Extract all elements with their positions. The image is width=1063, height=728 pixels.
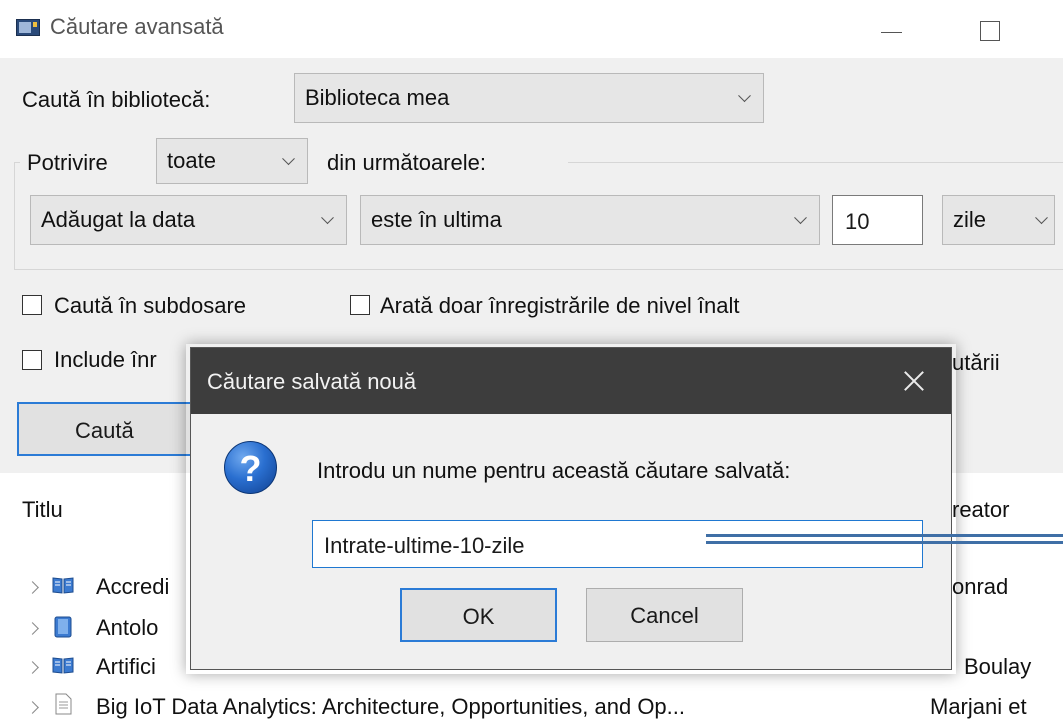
match-label: Potrivire <box>27 150 108 175</box>
chevron-down-icon <box>282 152 295 166</box>
document-icon <box>55 693 72 715</box>
question-icon: ? <box>224 441 277 494</box>
match-suffix-label: din următoarele: <box>327 150 486 175</box>
row-title: Antolo <box>96 615 159 640</box>
match-select[interactable]: toate <box>156 138 308 184</box>
dialog-prompt: Introdu un nume pentru această căutare s… <box>317 458 791 483</box>
row-title: Big IoT Data Analytics: Architecture, Op… <box>96 694 686 719</box>
close-icon[interactable] <box>897 364 931 398</box>
window-titlebar: Căutare avansată <box>0 0 1063 58</box>
search-name-input[interactable]: Intrate-ultime-10-zile <box>312 520 923 568</box>
book-section-icon <box>54 616 72 638</box>
chevron-down-icon <box>1035 211 1048 225</box>
chevron-down-icon <box>321 211 334 225</box>
column-header-title[interactable]: Titlu <box>22 497 63 523</box>
condition-field-value: Adăugat la data <box>41 207 196 232</box>
window-title: Căutare avansată <box>50 14 224 39</box>
column-header-creator[interactable]: reator <box>952 497 1009 523</box>
top-level-label: Arată doar înregistrările de nivel înalt <box>380 293 740 318</box>
minimize-button[interactable] <box>862 8 922 52</box>
ok-button-label: OK <box>462 604 495 629</box>
condition-value-text: 10 <box>845 209 870 234</box>
subfolders-checkbox[interactable] <box>22 295 42 315</box>
search-button-label: Caută <box>75 418 134 443</box>
library-select[interactable]: Biblioteca mea <box>294 73 764 123</box>
search-button[interactable]: Caută <box>17 402 207 456</box>
search-name-value: Intrate-ultime-10-zile <box>324 533 525 558</box>
match-select-value: toate <box>167 148 216 173</box>
book-icon <box>52 577 74 594</box>
row-title: Accredi <box>96 574 170 599</box>
include-label-suffix: utării <box>952 350 1000 375</box>
app-icon <box>16 19 40 36</box>
condition-unit-value: zile <box>953 207 987 232</box>
annotation-marker <box>706 534 1063 544</box>
top-level-checkbox[interactable] <box>350 295 370 315</box>
chevron-down-icon <box>738 89 751 103</box>
row-creator: Marjani et <box>930 694 1027 719</box>
ok-button[interactable]: OK <box>400 588 557 642</box>
include-label: Include înr <box>54 347 157 372</box>
include-checkbox[interactable] <box>22 350 42 370</box>
condition-operator-select[interactable]: este în ultima <box>360 195 820 245</box>
condition-operator-value: este în ultima <box>371 207 502 232</box>
library-label: Caută în bibliotecă: <box>22 87 211 112</box>
row-title: Artifici <box>96 654 156 679</box>
row-creator: onrad <box>952 574 1009 599</box>
maximize-button[interactable] <box>958 8 1018 52</box>
condition-unit-select[interactable]: zile <box>942 195 1055 245</box>
dialog-title: Căutare salvată nouă <box>207 369 417 394</box>
book-icon <box>52 657 74 674</box>
condition-field-select[interactable]: Adăugat la data <box>30 195 347 245</box>
cancel-button-label: Cancel <box>630 603 699 628</box>
dialog-titlebar: Căutare salvată nouă <box>191 348 951 414</box>
save-search-dialog: Căutare salvată nouă ? Introdu un nume p… <box>190 347 952 670</box>
row-creator: Boulay <box>964 654 1032 679</box>
subfolders-label: Caută în subdosare <box>54 293 247 318</box>
cancel-button[interactable]: Cancel <box>586 588 743 642</box>
library-select-value: Biblioteca mea <box>305 85 450 110</box>
chevron-down-icon <box>794 211 807 225</box>
condition-value-input[interactable]: 10 <box>832 195 923 245</box>
